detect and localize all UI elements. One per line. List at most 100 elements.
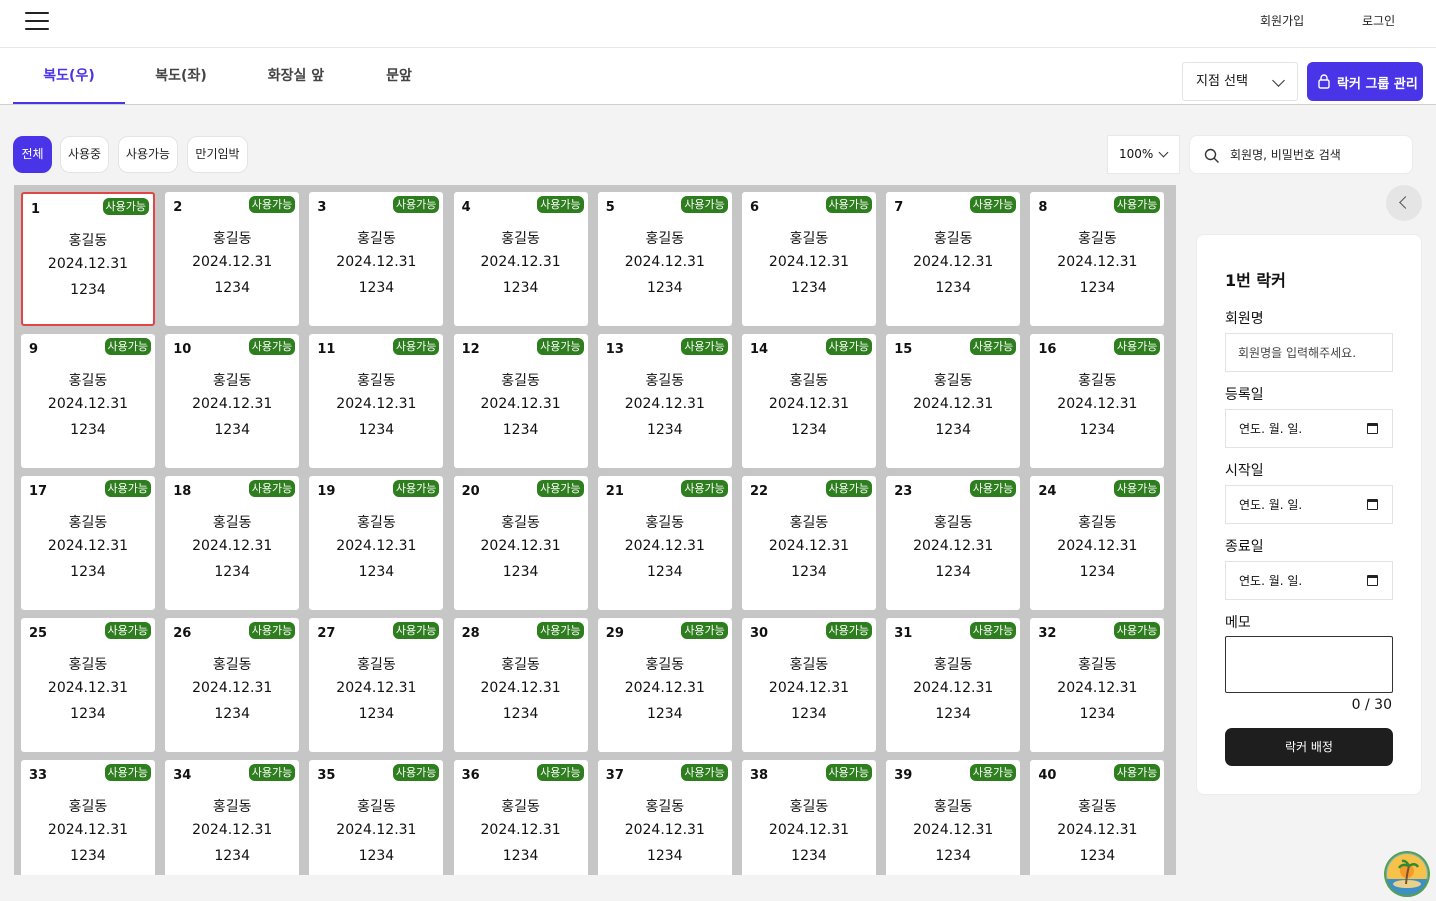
locker-card[interactable]: 6 사용가능 홍길동 2024.12.31 1234 <box>742 192 876 326</box>
status-badge: 사용가능 <box>248 196 296 213</box>
locker-card[interactable]: 40 사용가능 홍길동 2024.12.31 1234 <box>1030 760 1165 875</box>
tab-restroom-front[interactable]: 화장실 앞 <box>237 48 355 104</box>
locker-card[interactable]: 36 사용가능 홍길동 2024.12.31 1234 <box>453 760 588 875</box>
locker-card[interactable]: 14 사용가능 홍길동 2024.12.31 1234 <box>742 334 876 468</box>
status-badge: 사용가능 <box>537 480 584 497</box>
locker-number: 19 <box>317 484 336 499</box>
locker-card[interactable]: 24 사용가능 홍길동 2024.12.31 1234 <box>1030 476 1165 610</box>
status-badge: 사용가능 <box>969 764 1017 781</box>
locker-expiry-date: 2024.12.31 <box>336 396 417 412</box>
panel-collapse-button[interactable] <box>1386 185 1422 221</box>
locker-card[interactable]: 33 사용가능 홍길동 2024.12.31 1234 <box>21 760 155 875</box>
locker-card[interactable]: 39 사용가능 홍길동 2024.12.31 1234 <box>886 760 1021 875</box>
locker-expiry-date: 2024.12.31 <box>336 538 417 554</box>
locker-card[interactable]: 23 사용가능 홍길동 2024.12.31 1234 <box>886 476 1021 610</box>
locker-member-name: 홍길동 <box>645 799 685 815</box>
status-badge: 사용가능 <box>681 480 728 497</box>
locker-expiry-date: 2024.12.31 <box>768 254 850 270</box>
locker-card[interactable]: 15 사용가능 홍길동 2024.12.31 1234 <box>886 334 1021 468</box>
locker-number: 20 <box>461 484 480 499</box>
filter-in-use[interactable]: 사용중 <box>60 136 109 173</box>
locker-card[interactable]: 16 사용가능 홍길동 2024.12.31 1234 <box>1030 334 1165 468</box>
locker-card[interactable]: 21 사용가능 홍길동 2024.12.31 1234 <box>597 476 732 610</box>
locker-expiry-date: 2024.12.31 <box>1057 396 1138 412</box>
locker-card[interactable]: 12 사용가능 홍길동 2024.12.31 1234 <box>453 334 588 468</box>
calendar-icon[interactable] <box>1367 499 1378 510</box>
locker-member-name: 홍길동 <box>212 515 252 531</box>
start-date-input[interactable]: 연도. 월. 일. <box>1225 485 1393 524</box>
locker-password: 1234 <box>1079 706 1116 722</box>
locker-card[interactable]: 17 사용가능 홍길동 2024.12.31 1234 <box>21 476 155 610</box>
end-date-input[interactable]: 연도. 월. 일. <box>1225 561 1393 600</box>
locker-card[interactable]: 29 사용가능 홍길동 2024.12.31 1234 <box>597 618 732 752</box>
locker-member-name: 홍길동 <box>933 799 973 815</box>
locker-card[interactable]: 7 사용가능 홍길동 2024.12.31 1234 <box>886 192 1021 326</box>
locker-card[interactable]: 26 사용가능 홍길동 2024.12.31 1234 <box>165 618 300 752</box>
register-date-input[interactable]: 연도. 월. 일. <box>1225 409 1393 448</box>
locker-password: 1234 <box>791 564 827 580</box>
locker-expiry-date: 2024.12.31 <box>624 822 705 838</box>
filter-all[interactable]: 전체 <box>13 136 52 173</box>
locker-number: 23 <box>894 484 913 499</box>
zoom-select[interactable]: 100% <box>1107 135 1180 174</box>
locker-expiry-date: 2024.12.31 <box>768 538 850 554</box>
filter-expiring[interactable]: 만기임박 <box>187 136 248 173</box>
register-date-placeholder: 연도. 월. 일. <box>1239 422 1303 436</box>
locker-expiry-date: 2024.12.31 <box>480 254 561 270</box>
locker-card[interactable]: 32 사용가능 홍길동 2024.12.31 1234 <box>1030 618 1165 752</box>
status-badge: 사용가능 <box>681 196 728 213</box>
locker-card[interactable]: 25 사용가능 홍길동 2024.12.31 1234 <box>21 618 155 752</box>
locker-card[interactable]: 19 사용가능 홍길동 2024.12.31 1234 <box>309 476 444 610</box>
locker-card[interactable]: 30 사용가능 홍길동 2024.12.31 1234 <box>742 618 876 752</box>
locker-card[interactable]: 31 사용가능 홍길동 2024.12.31 1234 <box>886 618 1021 752</box>
locker-group-manage-button[interactable]: 락커 그룹 관리 <box>1307 62 1423 101</box>
locker-card[interactable]: 11 사용가능 홍길동 2024.12.31 1234 <box>309 334 444 468</box>
locker-card[interactable]: 9 사용가능 홍길동 2024.12.31 1234 <box>21 334 155 468</box>
locker-card[interactable]: 8 사용가능 홍길동 2024.12.31 1234 <box>1030 192 1165 326</box>
memo-textarea[interactable] <box>1225 636 1393 693</box>
locker-number: 37 <box>605 768 624 783</box>
locker-member-name: 홍길동 <box>789 373 829 389</box>
locker-member-name: 홍길동 <box>789 231 829 247</box>
branch-select[interactable]: 지점 선택 <box>1182 62 1298 101</box>
assign-locker-button[interactable]: 락커 배정 <box>1225 728 1393 766</box>
locker-card[interactable]: 22 사용가능 홍길동 2024.12.31 1234 <box>742 476 876 610</box>
filter-available[interactable]: 사용가능 <box>118 136 178 173</box>
search-box <box>1189 135 1413 174</box>
calendar-icon[interactable] <box>1367 423 1378 434</box>
locker-expiry-date: 2024.12.31 <box>192 822 273 838</box>
locker-number: 18 <box>173 484 192 499</box>
locker-card[interactable]: 13 사용가능 홍길동 2024.12.31 1234 <box>597 334 732 468</box>
locker-card[interactable]: 18 사용가능 홍길동 2024.12.31 1234 <box>165 476 300 610</box>
locker-card[interactable]: 27 사용가능 홍길동 2024.12.31 1234 <box>309 618 444 752</box>
status-badge: 사용가능 <box>969 338 1017 355</box>
menu-icon[interactable] <box>25 12 49 30</box>
locker-card[interactable]: 28 사용가능 홍길동 2024.12.31 1234 <box>453 618 588 752</box>
locker-card[interactable]: 35 사용가능 홍길동 2024.12.31 1234 <box>309 760 444 875</box>
locker-card[interactable]: 10 사용가능 홍길동 2024.12.31 1234 <box>165 334 300 468</box>
signup-link[interactable]: 회원가입 <box>1260 12 1304 29</box>
tab-door-front[interactable]: 문앞 <box>355 48 443 104</box>
locker-expiry-date: 2024.12.31 <box>480 680 561 696</box>
locker-card[interactable]: 20 사용가능 홍길동 2024.12.31 1234 <box>453 476 588 610</box>
locker-card[interactable]: 2 사용가능 홍길동 2024.12.31 1234 <box>165 192 300 326</box>
locker-card[interactable]: 3 사용가능 홍길동 2024.12.31 1234 <box>309 192 444 326</box>
locker-member-name: 홍길동 <box>1078 657 1117 673</box>
member-name-input[interactable] <box>1225 333 1393 372</box>
locker-card[interactable]: 37 사용가능 홍길동 2024.12.31 1234 <box>597 760 732 875</box>
locker-card[interactable]: 38 사용가능 홍길동 2024.12.31 1234 <box>742 760 876 875</box>
locker-member-name: 홍길동 <box>357 799 396 815</box>
end-date-label: 종료일 <box>1225 539 1264 555</box>
locker-card[interactable]: 5 사용가능 홍길동 2024.12.31 1234 <box>597 192 732 326</box>
locker-number: 7 <box>894 200 904 215</box>
search-input[interactable] <box>1230 144 1405 166</box>
tab-corridor-left[interactable]: 복도(좌) <box>125 48 237 104</box>
locker-card[interactable]: 4 사용가능 홍길동 2024.12.31 1234 <box>453 192 588 326</box>
avatar[interactable] <box>1384 851 1430 897</box>
calendar-icon[interactable] <box>1367 575 1378 586</box>
locker-card[interactable]: 1 사용가능 홍길동 2024.12.31 1234 <box>21 192 155 326</box>
tab-corridor-right[interactable]: 복도(우) <box>13 48 125 104</box>
login-link[interactable]: 로그인 <box>1362 12 1395 29</box>
locker-number: 15 <box>894 342 913 357</box>
locker-card[interactable]: 34 사용가능 홍길동 2024.12.31 1234 <box>165 760 300 875</box>
